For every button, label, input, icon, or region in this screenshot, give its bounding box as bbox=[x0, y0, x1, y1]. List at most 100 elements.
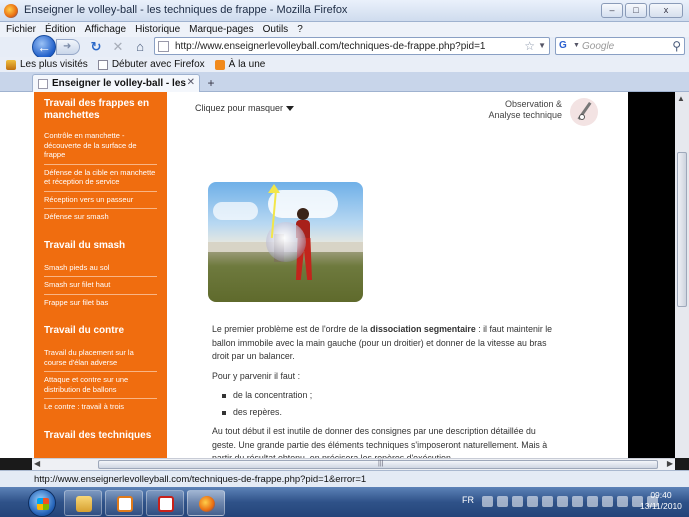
taskbar-explorer[interactable] bbox=[64, 490, 102, 516]
presentation-icon bbox=[158, 496, 174, 512]
menu-affichage[interactable]: Affichage bbox=[85, 24, 127, 35]
scroll-up-icon[interactable]: ▲ bbox=[677, 94, 685, 103]
forward-button[interactable]: ➜ bbox=[56, 39, 80, 55]
tray-icon[interactable] bbox=[587, 496, 598, 507]
menu-historique[interactable]: Historique bbox=[135, 24, 180, 35]
sidebar-link[interactable]: Le contre : travail à trois bbox=[44, 399, 157, 416]
volleyball-serve-photo bbox=[208, 182, 363, 302]
back-button[interactable]: ← bbox=[32, 35, 56, 59]
sidebar-link[interactable]: Défense de la cible en manchette et réce… bbox=[44, 165, 157, 192]
sidebar-link[interactable]: Smash pieds au sol bbox=[44, 260, 157, 277]
clock-time: 09:40 bbox=[650, 490, 672, 500]
tray-icon[interactable] bbox=[617, 496, 628, 507]
emphasis-dissociation: dissociation segmentaire bbox=[370, 324, 476, 334]
tab-favicon-icon bbox=[38, 79, 48, 89]
close-button[interactable]: x bbox=[649, 3, 683, 18]
bookmark-headlines[interactable]: À la une bbox=[214, 59, 266, 70]
search-input[interactable]: Google bbox=[582, 41, 614, 52]
scroll-grip-icon: ||| bbox=[378, 460, 384, 467]
sidebar-section-smash: Travail du smash Smash pieds au sol Smas… bbox=[44, 240, 157, 312]
folder-icon bbox=[76, 496, 92, 512]
bookmark-label: À la une bbox=[228, 59, 266, 70]
tray-icon[interactable] bbox=[602, 496, 613, 507]
window-controls: – □ x bbox=[601, 3, 683, 18]
article-text: Le premier problème est de l'ordre de la… bbox=[212, 323, 562, 458]
tab-active[interactable]: Enseigner le volley-ball - les techniqu.… bbox=[32, 74, 200, 92]
new-tab-button[interactable]: + bbox=[203, 76, 219, 90]
maximize-button[interactable]: □ bbox=[625, 3, 647, 18]
list-item: des repères. bbox=[222, 406, 562, 420]
google-engine-icon[interactable]: G bbox=[559, 40, 573, 53]
sidebar-link[interactable]: Contrôle en manchette - découverte de la… bbox=[44, 128, 157, 165]
language-indicator[interactable]: FR bbox=[462, 495, 474, 505]
menu-help[interactable]: ? bbox=[297, 24, 303, 35]
sidebar-link[interactable]: Réception vers un passeur bbox=[44, 192, 157, 209]
firefox-icon bbox=[199, 496, 215, 512]
tray-icon[interactable] bbox=[497, 496, 508, 507]
hide-toggle-link[interactable]: Cliquez pour masquer bbox=[195, 103, 295, 113]
rss-feed-icon bbox=[214, 59, 225, 70]
menu-outils[interactable]: Outils bbox=[263, 24, 289, 35]
windows-logo-icon bbox=[37, 498, 49, 510]
reload-icon: ↻ bbox=[90, 39, 102, 54]
observation-title-line2: Analyse technique bbox=[488, 110, 562, 120]
url-text[interactable]: http://www.enseignerlevolleyball.com/tec… bbox=[175, 41, 485, 52]
bookmark-getting-started[interactable]: Débuter avec Firefox bbox=[97, 59, 205, 70]
tab-label: Enseigner le volley-ball - les techniqu.… bbox=[52, 78, 187, 89]
sidebar-nav: Travail des frappes en manchettes Contrô… bbox=[34, 92, 167, 458]
sidebar-link[interactable]: Défense sur smash bbox=[44, 209, 157, 226]
vertical-scrollbar[interactable]: ▲ bbox=[675, 92, 689, 458]
start-button[interactable] bbox=[28, 489, 56, 517]
hide-link-label: Cliquez pour masquer bbox=[195, 103, 284, 113]
bookmark-most-visited[interactable]: Les plus visités bbox=[6, 59, 88, 70]
menu-marque-pages[interactable]: Marque-pages bbox=[189, 24, 253, 35]
main-article: Cliquez pour masquer Observation & Analy… bbox=[167, 92, 628, 458]
tab-close-icon[interactable]: ✕ bbox=[187, 77, 195, 88]
sidebar-link[interactable]: Frappe sur filet bas bbox=[44, 295, 157, 312]
search-engine-dropdown-icon[interactable]: ▼ bbox=[573, 42, 580, 49]
scroll-right-icon[interactable]: ▶ bbox=[667, 459, 673, 468]
page-icon bbox=[97, 59, 108, 70]
page-favicon-icon bbox=[158, 41, 169, 52]
bookmark-star-icon[interactable]: ☆ bbox=[524, 39, 535, 53]
minimize-button[interactable]: – bbox=[601, 3, 623, 18]
home-icon: ⌂ bbox=[136, 39, 144, 54]
home-button[interactable]: ⌂ bbox=[132, 39, 148, 55]
taskbar-presentation[interactable] bbox=[146, 490, 184, 516]
tray-icon[interactable] bbox=[557, 496, 568, 507]
most-visited-icon bbox=[6, 59, 16, 70]
tray-icon[interactable] bbox=[527, 496, 538, 507]
reload-button[interactable]: ↻ bbox=[88, 39, 104, 55]
taskbar-clock[interactable]: 09:40 13/11/2010 bbox=[640, 490, 682, 512]
forward-arrow-icon: ➜ bbox=[63, 41, 72, 52]
vertical-scroll-thumb[interactable] bbox=[677, 152, 687, 307]
stop-button[interactable]: ✕ bbox=[110, 39, 126, 55]
sidebar-heading: Travail du contre bbox=[44, 325, 125, 336]
back-arrow-icon: ← bbox=[37, 39, 51, 55]
url-bar[interactable]: http://www.enseignerlevolleyball.com/tec… bbox=[154, 37, 550, 55]
url-dropdown-icon[interactable]: ▼ bbox=[538, 41, 546, 50]
tray-icon[interactable] bbox=[482, 496, 493, 507]
taskbar-firefox[interactable] bbox=[187, 490, 225, 516]
tray-icon[interactable] bbox=[572, 496, 583, 507]
sidebar-section-contre: Travail du contre Travail du placement s… bbox=[44, 325, 157, 416]
firefox-logo-icon bbox=[4, 4, 18, 18]
sidebar-link[interactable]: Smash sur filet haut bbox=[44, 277, 157, 295]
menu-bar: Fichier Édition Affichage Historique Mar… bbox=[0, 22, 689, 37]
paragraph-consignes: Au tout début il est inutile de donner d… bbox=[212, 426, 548, 458]
sidebar-section-techniques: Travail des techniques bbox=[44, 430, 157, 442]
sidebar-link[interactable]: Attaque et contre sur une distribution d… bbox=[44, 372, 157, 399]
tray-icon[interactable] bbox=[512, 496, 523, 507]
menu-edition[interactable]: Édition bbox=[45, 24, 76, 35]
requirements-list: de la concentration ; des repères. bbox=[212, 389, 562, 419]
taskbar-media-player[interactable] bbox=[105, 490, 143, 516]
menu-fichier[interactable]: Fichier bbox=[6, 24, 36, 35]
tray-icon[interactable] bbox=[542, 496, 553, 507]
paragraph-pour-y-parvenir: Pour y parvenir il faut : bbox=[212, 370, 301, 381]
search-bar[interactable]: G ▼ Google ⚲ bbox=[555, 37, 685, 55]
sidebar-link[interactable]: Travail du placement sur la course d'éla… bbox=[44, 345, 157, 372]
horizontal-scrollbar[interactable]: ◀ ||| ▶ bbox=[32, 458, 675, 470]
search-icon[interactable]: ⚲ bbox=[672, 39, 681, 53]
media-player-icon bbox=[117, 496, 133, 512]
scroll-left-icon[interactable]: ◀ bbox=[34, 459, 40, 468]
